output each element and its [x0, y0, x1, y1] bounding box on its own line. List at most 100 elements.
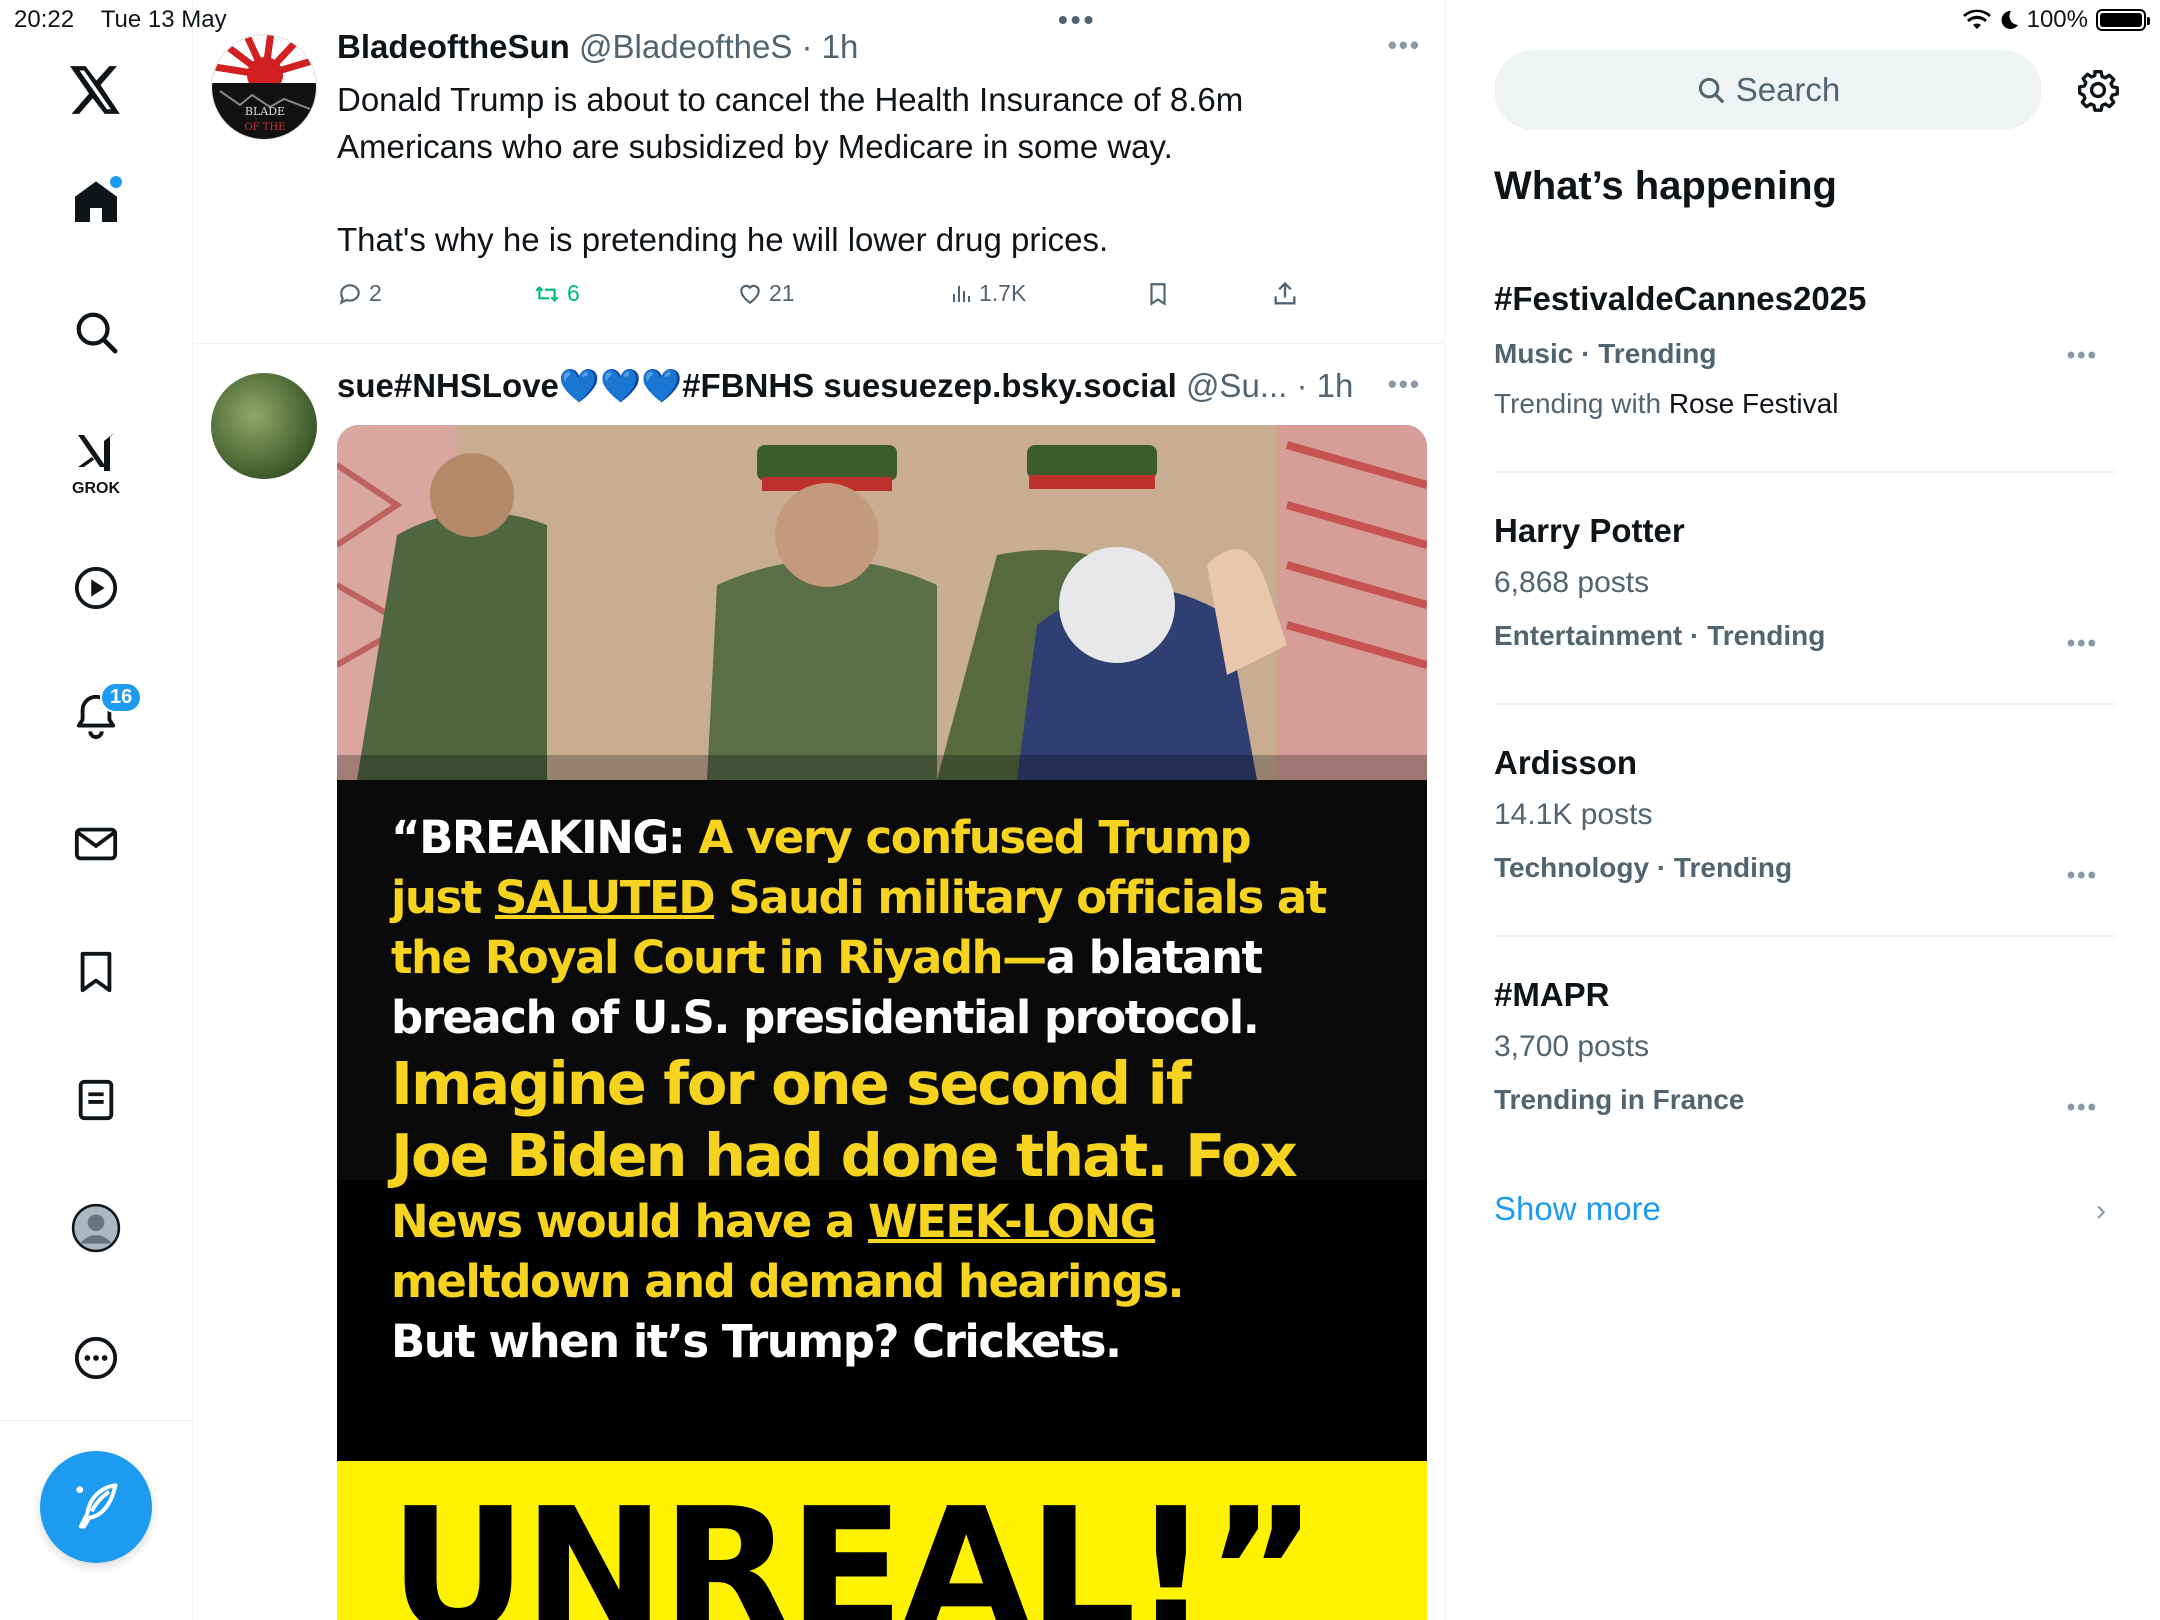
trend-title: Ardisson: [1494, 744, 1638, 781]
image-text: Imagine for one second if: [391, 1049, 1192, 1118]
trend-more-icon[interactable]: •••: [2067, 1094, 2098, 1122]
image-text-unreal: UNREAL!”: [389, 1472, 1317, 1620]
trend-divider: [1494, 471, 2116, 473]
trend-with-prefix: Trending with: [1494, 388, 1662, 419]
show-more-link[interactable]: Show more: [1494, 1190, 1661, 1228]
trend-context: Trending in France: [1494, 1084, 1745, 1115]
nav-bookmarks[interactable]: [56, 932, 136, 1012]
trend-context: Music · Trending: [1494, 338, 1717, 369]
image-text: A very confused Trump: [698, 811, 1251, 864]
tweet-text-p2: That's why he is pretending he will lowe…: [337, 221, 1109, 258]
image-text: Saudi military officials at: [728, 871, 1327, 924]
multitask-dots-icon[interactable]: •••: [1058, 4, 1096, 36]
image-text: News would have a: [391, 1195, 855, 1248]
battery-percent: 100%: [2026, 6, 2088, 33]
svg-text:OF THE: OF THE: [244, 122, 285, 133]
tweet-image[interactable]: “BREAKING: A very confused Trump just SA…: [337, 425, 1427, 1620]
right-sidebar: Search What’s happening #FestivaldeCanne…: [1446, 0, 2160, 1620]
tweet-actions: 2 6 21 1.7K: [337, 280, 1337, 316]
trend-item[interactable]: Ardisson 14.1K posts Technology · Trendi…: [1494, 744, 2116, 889]
trend-posts: 14.1K posts: [1494, 798, 1653, 831]
tweet[interactable]: sue#NHSLove💙💙💙#FBNHS suesuezep.bsky.soci…: [193, 345, 1444, 1620]
nav-home[interactable]: [56, 162, 136, 242]
nav-lists[interactable]: [56, 1060, 136, 1140]
trend-more-icon[interactable]: •••: [2067, 862, 2098, 890]
views-button[interactable]: 1.7K: [949, 280, 1026, 307]
nav-more[interactable]: [56, 1318, 136, 1398]
x-logo-icon[interactable]: [56, 50, 136, 130]
nav-messages[interactable]: [56, 804, 136, 884]
tweet-header: sue#NHSLove💙💙💙#FBNHS suesuezep.bsky.soci…: [337, 367, 1353, 406]
svg-text:BLADE: BLADE: [245, 105, 285, 118]
display-name[interactable]: sue#NHSLove💙💙💙#FBNHS suesuezep.bsky.soci…: [337, 367, 1177, 404]
nav-grok[interactable]: GROK: [56, 418, 136, 502]
compose-icon: [76, 1483, 118, 1529]
status-time: 20:22: [14, 6, 75, 33]
avatar[interactable]: BLADE OF THE: [211, 34, 317, 140]
tweet[interactable]: BLADE OF THE BladeoftheSun @BladeoftheS …: [193, 0, 1444, 344]
avatar[interactable]: [211, 373, 317, 479]
gear-icon[interactable]: [2076, 68, 2120, 112]
like-button[interactable]: 21: [737, 280, 795, 307]
trend-item[interactable]: #MAPR 3,700 posts Trending in France •••: [1494, 976, 2116, 1121]
more-icon: [74, 1336, 118, 1380]
chevron-right-icon[interactable]: ›: [2096, 1194, 2106, 1228]
search-input[interactable]: Search: [1494, 50, 2042, 130]
nav-notifications[interactable]: 16: [56, 676, 143, 756]
compose-button[interactable]: [40, 1451, 152, 1563]
trend-with: Trending with Rose Festival: [1494, 388, 2116, 420]
reply-icon: [339, 283, 360, 305]
trend-title: #MAPR: [1494, 976, 1610, 1013]
status-bar: 20:22 Tue 13 May ••• 100%: [0, 0, 2160, 40]
wifi-icon: [1962, 9, 1991, 29]
views-count: 1.7K: [979, 280, 1027, 306]
share-icon: [1274, 281, 1296, 305]
left-nav: GROK 16: [0, 0, 193, 1620]
trend-with-value[interactable]: Rose Festival: [1669, 388, 1839, 419]
battery-icon: [2096, 9, 2150, 31]
reply-button[interactable]: 2: [337, 280, 382, 307]
repost-icon: [535, 285, 559, 302]
search-icon: [1698, 77, 1724, 103]
trend-more-icon[interactable]: •••: [2067, 630, 2098, 658]
bookmark-icon: [1150, 283, 1166, 306]
image-text: a blatant: [1045, 931, 1263, 984]
trend-more-icon[interactable]: •••: [2067, 342, 2098, 370]
nav-explore[interactable]: [56, 292, 136, 372]
profile-icon: [71, 1203, 121, 1253]
nav-profile[interactable]: [56, 1188, 136, 1268]
trend-item[interactable]: Harry Potter 6,868 posts Entertainment ·…: [1494, 512, 2116, 657]
share-button[interactable]: [1271, 280, 1299, 308]
timeline: BLADE OF THE BladeoftheSun @BladeoftheS …: [193, 0, 1445, 1620]
image-text-breaking: “BREAKING:: [391, 811, 686, 864]
image-text: just: [391, 871, 482, 924]
like-icon: [740, 284, 760, 304]
tweet-more-icon[interactable]: •••: [1388, 369, 1421, 400]
trend-title: Harry Potter: [1494, 512, 1685, 549]
search-placeholder: Search: [1735, 71, 1841, 108]
nav-video[interactable]: [56, 548, 136, 628]
video-icon: [74, 566, 118, 610]
grok-label: GROK: [72, 480, 120, 497]
image-headline: “BREAKING: A very confused Trump just SA…: [337, 780, 1427, 1368]
home-unread-dot: [110, 176, 122, 188]
search-icon: [76, 312, 118, 354]
trend-divider: [1494, 703, 2116, 705]
photo-scene: [337, 425, 1427, 780]
image-banner: UNREAL!”: [337, 1461, 1427, 1620]
reply-count: 2: [369, 280, 382, 306]
bookmark-icon: [80, 951, 112, 993]
list-icon: [78, 1079, 114, 1121]
image-text: breach of U.S. presidential protocol.: [391, 991, 1260, 1044]
trend-title: #FestivaldeCannes2025: [1494, 280, 1867, 317]
handle-time[interactable]: @Su... · 1h: [1186, 367, 1353, 404]
image-text-week-long: WEEK-LONG: [868, 1195, 1157, 1248]
status-date: Tue 13 May: [100, 6, 227, 33]
views-icon: [953, 285, 970, 302]
trend-context: Technology · Trending: [1494, 852, 1793, 883]
trend-item[interactable]: #FestivaldeCannes2025 Music · Trending T…: [1494, 280, 2116, 420]
tweet-text: Donald Trump is about to cancel the Heal…: [337, 76, 1397, 263]
bookmark-button[interactable]: [1145, 280, 1171, 308]
repost-button[interactable]: 6: [533, 280, 580, 307]
image-text: the Royal Court in Riyadh—: [391, 931, 1047, 984]
